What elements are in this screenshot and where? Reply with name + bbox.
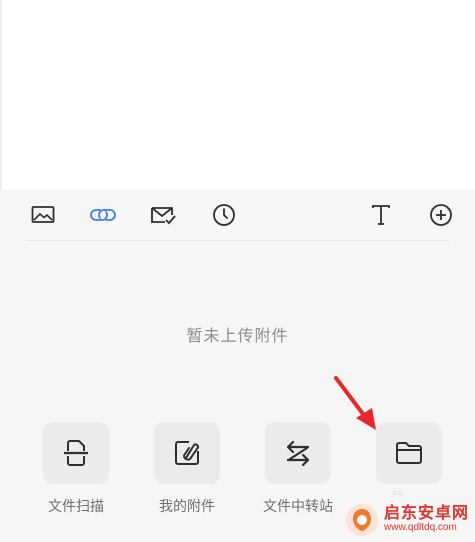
file-transfer-station-label: 文件中转站 [263, 498, 333, 514]
file-scan-label: 文件扫描 [48, 498, 104, 514]
reminder-time-button[interactable] [210, 202, 238, 228]
attachment-edit-icon [175, 441, 200, 465]
text-format-button[interactable] [367, 202, 395, 228]
transfer-arrows-icon [286, 440, 310, 467]
insert-image-button[interactable] [29, 202, 57, 228]
add-more-button[interactable] [427, 202, 455, 228]
empty-attachments-text: 暂未上传附件 [186, 328, 289, 345]
annotation-arrow [334, 376, 376, 430]
my-attachments-button[interactable] [154, 422, 220, 484]
watermark: 启东安卓网 www.qdltdq.com [344, 498, 475, 542]
link-icon [90, 209, 116, 221]
watermark-text: 启东安卓网 www.qdltdq.com [384, 506, 469, 533]
image-icon [31, 206, 55, 223]
editor-edge [0, 0, 2, 190]
text-icon [372, 205, 390, 225]
watermark-title: 启东安卓网 [384, 505, 470, 523]
file-scan-button[interactable] [43, 422, 109, 484]
plus-circle-icon [430, 204, 452, 226]
folder-button[interactable] [376, 422, 442, 484]
mail-check-icon [151, 207, 176, 225]
clock-icon [213, 204, 235, 226]
insert-link-button[interactable] [89, 202, 117, 228]
scan-document-icon [64, 440, 88, 466]
toolbar-divider [25, 240, 450, 241]
watermark-logo-icon [346, 504, 378, 536]
mail-reminder-button[interactable] [149, 202, 177, 228]
editor-area[interactable] [0, 0, 475, 190]
editor-toolbar [0, 190, 475, 240]
my-attachments-label: 我的附件 [159, 498, 215, 514]
file-transfer-station-button[interactable] [265, 422, 331, 484]
folder-icon [396, 442, 422, 464]
watermark-url: www.qdltdq.com [384, 522, 457, 534]
